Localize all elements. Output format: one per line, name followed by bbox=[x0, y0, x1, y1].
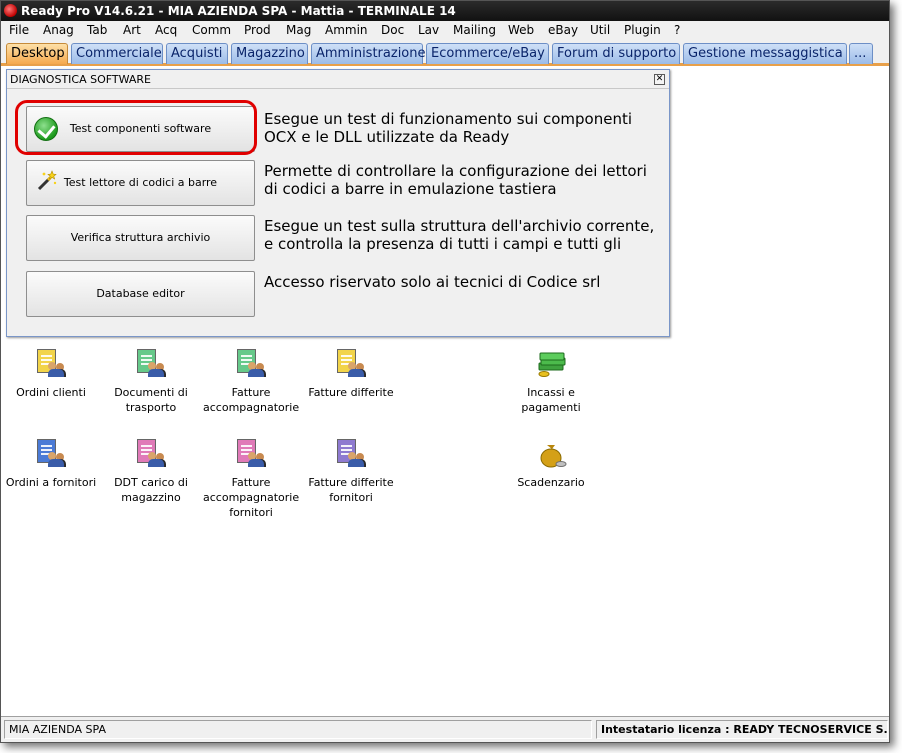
tab-commerciale[interactable]: Commerciale bbox=[71, 43, 163, 64]
database-editor-label: Database editor bbox=[96, 287, 185, 300]
tab-desktop[interactable]: Desktop bbox=[6, 43, 68, 64]
desktop-icon-label: Scadenzario bbox=[517, 476, 585, 489]
menu-web[interactable]: Web bbox=[508, 21, 534, 40]
desktop-icon-label: Documenti di trasporto bbox=[114, 386, 188, 414]
tab-ecommerce-ebay[interactable]: Ecommerce/eBay bbox=[426, 43, 549, 64]
desktop-icon-label: Fatture differite fornitori bbox=[308, 476, 394, 504]
diagnostics-dialog: DIAGNOSTICA SOFTWARE ✕ Test componenti s… bbox=[6, 69, 670, 337]
document-people-icon bbox=[237, 349, 265, 379]
dialog-title: DIAGNOSTICA SOFTWARE bbox=[7, 70, 669, 89]
desktop-icon-ddt-carico-di-magazzino[interactable]: DDT carico di magazzino bbox=[103, 439, 199, 505]
desktop-icon-label: Fatture accompagnatorie bbox=[203, 386, 300, 414]
desktop-icon-label: Fatture accompagnatorie fornitori bbox=[203, 476, 300, 519]
verify-archive-structure-label: Verifica struttura archivio bbox=[70, 231, 211, 244]
document-people-icon bbox=[237, 439, 265, 469]
desktop-icon-label: DDT carico di magazzino bbox=[114, 476, 188, 504]
test-components-description: Esegue un test di funzionamento sui comp… bbox=[264, 110, 633, 146]
tab-acquisti[interactable]: Acquisti bbox=[166, 43, 228, 64]
menu-doc[interactable]: Doc bbox=[381, 21, 404, 40]
menu-art[interactable]: Art bbox=[123, 21, 141, 40]
tab-amministrazione[interactable]: Amministrazione bbox=[311, 43, 426, 64]
test-barcode-reader-description: Permette di controllare la configurazion… bbox=[264, 162, 647, 198]
close-icon[interactable]: ✕ bbox=[654, 74, 665, 85]
desktop-icon-fatture-differite-fornitori[interactable]: Fatture differite fornitori bbox=[303, 439, 399, 505]
verify-archive-structure-button[interactable]: Verifica struttura archivio bbox=[26, 215, 255, 261]
desktop-icon-scadenzario[interactable]: Scadenzario bbox=[503, 439, 599, 490]
database-editor-button[interactable]: Database editor bbox=[26, 271, 255, 317]
menu-mag[interactable]: Mag bbox=[286, 21, 311, 40]
menu-help[interactable]: ? bbox=[674, 21, 680, 40]
module-tab-bar: Desktop Commerciale Acquisti Magazzino A… bbox=[1, 40, 889, 66]
document-people-icon bbox=[337, 349, 365, 379]
status-bar: MIA AZIENDA SPA Intestatario licenza : R… bbox=[1, 716, 889, 742]
menu-mailing[interactable]: Mailing bbox=[453, 21, 496, 40]
money-stack-icon bbox=[537, 349, 566, 379]
menu-ammin[interactable]: Ammin bbox=[325, 21, 368, 40]
desktop-icon-fatture-differite[interactable]: Fatture differite bbox=[303, 349, 399, 400]
menu-ebay[interactable]: eBay bbox=[548, 21, 578, 40]
verify-archive-structure-description: Esegue un test sulla struttura dell'arch… bbox=[264, 217, 655, 255]
money-bag-icon bbox=[537, 439, 567, 469]
tab-more[interactable]: ... bbox=[849, 43, 873, 64]
desktop-icon-fatture-accompagnatorie-fornitori[interactable]: Fatture accompagnatorie fornitori bbox=[203, 439, 299, 520]
title-bar: Ready Pro V14.6.21 - MIA AZIENDA SPA - M… bbox=[1, 1, 889, 21]
tab-forum-di-supporto[interactable]: Forum di supporto bbox=[552, 43, 680, 64]
desktop-icon-label: Ordini clienti bbox=[16, 386, 86, 399]
desktop-icon-label: Incassi e pagamenti bbox=[521, 386, 581, 414]
menu-comm[interactable]: Comm bbox=[192, 21, 231, 40]
red-highlight-ring bbox=[15, 100, 257, 155]
menu-prod[interactable]: Prod bbox=[244, 21, 271, 40]
status-company: MIA AZIENDA SPA bbox=[4, 720, 592, 739]
menu-plugin[interactable]: Plugin bbox=[624, 21, 661, 40]
document-people-icon bbox=[137, 439, 165, 469]
menu-tab[interactable]: Tab bbox=[87, 21, 107, 40]
tab-gestione-messaggistica[interactable]: Gestione messaggistica bbox=[683, 43, 847, 64]
desktop-icon-documenti-di-trasporto[interactable]: Documenti di trasporto bbox=[103, 349, 199, 415]
document-people-icon bbox=[337, 439, 365, 469]
desktop-icon-label: Ordini a fornitori bbox=[5, 476, 97, 489]
test-barcode-reader-button[interactable]: Test lettore di codici a barre bbox=[26, 160, 255, 206]
desktop-icon-fatture-accompagnatorie[interactable]: Fatture accompagnatorie bbox=[203, 349, 299, 415]
database-editor-description: Accesso riservato solo ai tecnici di Cod… bbox=[264, 273, 601, 291]
menu-lav[interactable]: Lav bbox=[418, 21, 439, 40]
menu-bar: File Anag Tab Art Acq Comm Prod Mag Ammi… bbox=[1, 21, 889, 40]
menu-util[interactable]: Util bbox=[590, 21, 610, 40]
status-license: Intestatario licenza : READY TECNOSERVIC… bbox=[596, 720, 888, 739]
document-people-icon bbox=[37, 349, 65, 379]
desktop-icon-ordini-a-fornitori[interactable]: Ordini a fornitori bbox=[3, 439, 99, 490]
menu-anag[interactable]: Anag bbox=[43, 21, 74, 40]
test-barcode-reader-label: Test lettore di codici a barre bbox=[63, 176, 218, 189]
window-title: Ready Pro V14.6.21 - MIA AZIENDA SPA - M… bbox=[21, 4, 456, 18]
menu-file[interactable]: File bbox=[9, 21, 29, 40]
document-people-icon bbox=[37, 439, 65, 469]
menu-acq[interactable]: Acq bbox=[155, 21, 177, 40]
strawberry-app-icon bbox=[4, 4, 17, 17]
tab-magazzino[interactable]: Magazzino bbox=[231, 43, 308, 64]
document-people-icon bbox=[137, 349, 165, 379]
desktop-icon-label: Fatture differite bbox=[308, 386, 394, 399]
desktop-icon-incassi-e-pagamenti[interactable]: Incassi e pagamenti bbox=[503, 349, 599, 415]
desktop-icon-ordini-clienti[interactable]: Ordini clienti bbox=[3, 349, 99, 400]
magic-wand-icon bbox=[37, 170, 57, 191]
app-window: Ready Pro V14.6.21 - MIA AZIENDA SPA - M… bbox=[0, 0, 890, 743]
